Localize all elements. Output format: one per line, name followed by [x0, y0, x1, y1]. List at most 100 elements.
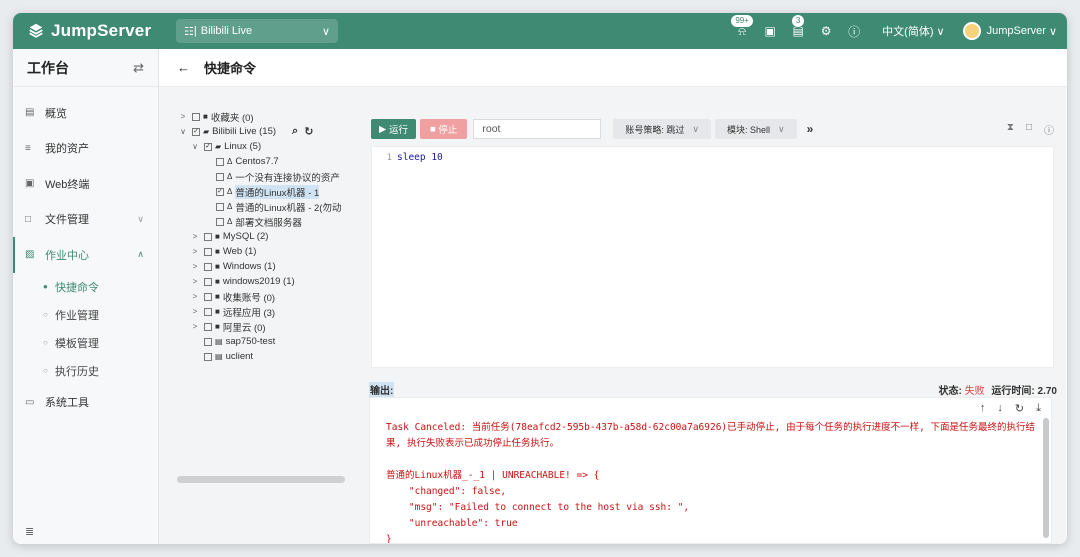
account-input[interactable]: root	[473, 119, 602, 139]
save-icon[interactable]: □	[1026, 122, 1032, 137]
tree-checkbox[interactable]	[204, 322, 212, 331]
tree-refresh-icon[interactable]: ↻	[304, 125, 313, 138]
server-icon: ▤	[215, 337, 223, 346]
folder-icon: ■	[215, 262, 220, 271]
tree-node[interactable]: ▤ sap750-test	[159, 334, 359, 349]
arrow-down-icon[interactable]: ↓	[997, 402, 1003, 415]
chevron-right-icon: >	[192, 262, 198, 271]
tree-node[interactable]: ∨ ✓ ▰ Linux (5)	[159, 139, 359, 154]
tree-node[interactable]: > ■ 远程应用 (3)	[159, 304, 359, 319]
gear-icon: ⚙	[820, 24, 832, 38]
hourglass-icon[interactable]: ⧗	[1007, 122, 1014, 137]
tree-node[interactable]: > ■ 收集账号 (0)	[159, 289, 359, 304]
sidebar: 工作台 ⇄ ▤ 概览 ≡ 我的资产 ▣ Web终端 □ 文件管理 ∨ ▨ 作业中…	[13, 49, 159, 544]
tree-checkbox[interactable]	[204, 352, 212, 361]
terminal-icon: ▣	[764, 24, 776, 38]
chevron-down-icon: ∨	[1045, 25, 1057, 38]
tree-checkbox[interactable]	[204, 247, 212, 256]
tree-node[interactable]: > ■ Windows (1)	[159, 259, 359, 274]
linux-icon: Δ	[227, 187, 233, 196]
sidebar-subitem-quick-command[interactable]: ● 快捷命令	[13, 273, 158, 301]
chevron-right-icon: >	[192, 307, 198, 316]
layers-icon: ≡	[25, 142, 31, 154]
back-arrow-icon[interactable]: ←	[177, 60, 190, 75]
bullet-icon: ○	[43, 366, 48, 375]
tree-node[interactable]: Δ 部署文档服务器	[159, 214, 359, 229]
folder-icon: ■	[215, 232, 220, 241]
download-icon[interactable]: ⤓	[1036, 402, 1041, 415]
more-options-icon[interactable]: »	[807, 122, 814, 136]
language-selector[interactable]: 中文(简体) ∨	[882, 23, 944, 39]
code-line[interactable]: sleep 10	[397, 152, 443, 163]
notifications-button[interactable]: 99+ ⍾	[728, 13, 756, 39]
chevron-right-icon: >	[192, 292, 198, 301]
tree-checkbox[interactable]	[216, 157, 224, 166]
tree-node[interactable]: Δ 一个没有连接协议的资产	[159, 169, 359, 184]
module-select[interactable]: 模块: Shell ∨	[714, 119, 797, 139]
tree-checkbox[interactable]	[204, 232, 212, 241]
switch-view-icon[interactable]: ⇄	[133, 60, 144, 76]
tree-checkbox[interactable]	[216, 172, 224, 181]
sidebar-subitem-execution-history[interactable]: ○ 执行历史	[13, 357, 158, 385]
tree-node[interactable]: > ■ Web (1)	[159, 244, 359, 259]
tree-checkbox[interactable]	[204, 307, 212, 316]
tree-node[interactable]: > ■ windows2019 (1)	[159, 274, 359, 289]
run-button[interactable]: ▶ 运行	[371, 119, 416, 139]
tree-node[interactable]: > ■ 收藏夹 (0)	[159, 109, 359, 124]
chevron-down-icon: ∨	[778, 123, 785, 134]
chevron-down-icon: ∨	[321, 25, 330, 38]
tree-node[interactable]: ▤ uclient	[159, 349, 359, 364]
org-icon: ☷	[184, 25, 194, 38]
tree-checkbox[interactable]: ✓	[204, 142, 212, 151]
tree-checkbox[interactable]	[204, 277, 212, 286]
sidebar-subitem-job-management[interactable]: ○ 作业管理	[13, 301, 158, 329]
tasks-button[interactable]: 3 ▤	[784, 14, 812, 38]
tree-checkbox[interactable]	[192, 112, 200, 121]
code-editor[interactable]: 1 sleep 10	[371, 146, 1054, 368]
tree-node[interactable]: > ■ MySQL (2)	[159, 229, 359, 244]
brand-logo[interactable]: JumpServer	[13, 21, 173, 41]
linux-icon: Δ	[227, 157, 233, 166]
collapse-sidebar-icon[interactable]: ≣	[25, 525, 34, 538]
tree-search-icon[interactable]: ⌕	[292, 125, 298, 138]
stop-button[interactable]: ■ 停止	[419, 119, 468, 139]
sidebar-item-system-tools[interactable]: ▭ 系统工具	[13, 385, 158, 421]
output-vertical-scrollbar[interactable]	[1043, 418, 1049, 538]
org-selector[interactable]: ☷ | Bilibili Live ∨	[176, 19, 338, 43]
tree-checkbox[interactable]: ✓	[216, 187, 224, 196]
sidebar-item-web-terminal[interactable]: ▣ Web终端	[13, 166, 158, 202]
jumpserver-logo-icon	[29, 23, 43, 38]
account-policy-select[interactable]: 账号策略: 跳过 ∨	[613, 119, 711, 139]
tree-node[interactable]: ∨ ✓ ▰ Bilibili Live (15) ⌕ ↻	[159, 124, 359, 139]
org-name: Bilibili Live	[200, 25, 253, 37]
tree-checkbox[interactable]	[216, 202, 224, 211]
dashboard-icon: ▤	[25, 107, 35, 119]
tree-checkbox[interactable]: ✓	[192, 127, 200, 136]
help-icon[interactable]: ⓘ	[1044, 122, 1054, 137]
sidebar-item-job-center[interactable]: ▨ 作业中心 ∧	[13, 237, 158, 273]
tree-node[interactable]: ✓ Δ 普通的Linux机器 - 1	[159, 184, 359, 199]
tree-checkbox[interactable]	[216, 217, 224, 226]
settings-button[interactable]: ⚙	[812, 24, 840, 38]
tree-checkbox[interactable]	[204, 262, 212, 271]
tree-node[interactable]: Δ Centos7.7	[159, 154, 359, 169]
sidebar-subitem-template-management[interactable]: ○ 模板管理	[13, 329, 158, 357]
sidebar-item-overview[interactable]: ▤ 概览	[13, 95, 158, 131]
terminal-icon: ▣	[25, 178, 35, 190]
tree-checkbox[interactable]	[204, 337, 212, 346]
tree-horizontal-scrollbar[interactable]	[177, 476, 345, 483]
line-number: 1	[386, 153, 392, 163]
tree-node[interactable]: > ■ 阿里云 (0)	[159, 319, 359, 334]
server-icon: ▤	[215, 352, 223, 361]
user-menu[interactable]: JumpServer ∨	[962, 22, 1057, 40]
refresh-icon[interactable]: ↻	[1015, 402, 1024, 415]
tree-node[interactable]: Δ 普通的Linux机器 - 2(勿动	[159, 199, 359, 214]
tree-checkbox[interactable]	[204, 292, 212, 301]
sidebar-item-file-manager[interactable]: □ 文件管理 ∨	[13, 202, 158, 238]
terminal-button[interactable]: ▣	[756, 24, 784, 38]
help-button[interactable]: ⓘ	[840, 23, 868, 40]
arrow-up-icon[interactable]: ↑	[980, 402, 986, 415]
sidebar-item-my-assets[interactable]: ≡ 我的资产	[13, 131, 158, 167]
play-icon: ▶	[379, 123, 389, 135]
folder-icon: ■	[215, 277, 220, 286]
